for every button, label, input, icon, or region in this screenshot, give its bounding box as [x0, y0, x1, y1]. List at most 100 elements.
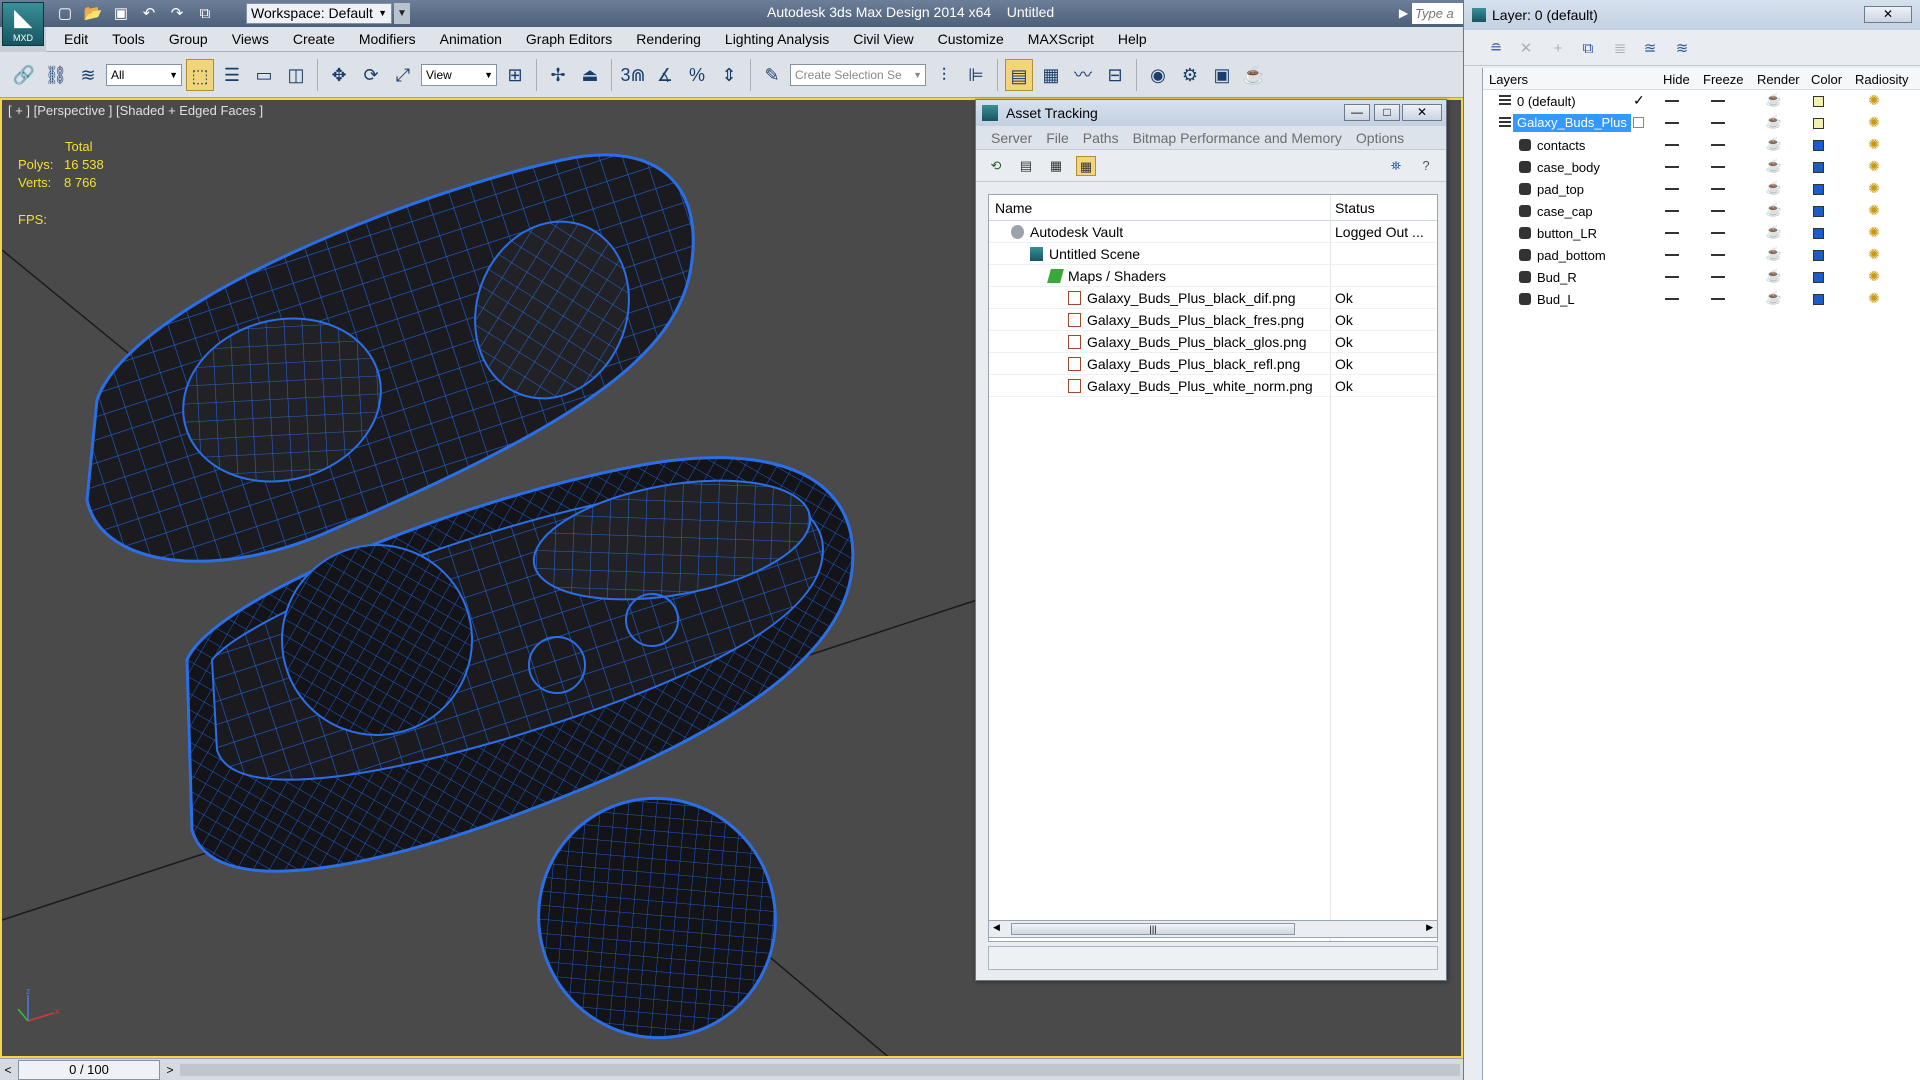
- radiosity-icon[interactable]: ✺: [1865, 91, 1883, 109]
- menu-civil-view[interactable]: Civil View: [841, 27, 925, 52]
- freeze-toggle[interactable]: [1711, 100, 1725, 102]
- layer-color-swatch[interactable]: [1813, 118, 1824, 129]
- layer-color-swatch[interactable]: [1813, 96, 1824, 107]
- column-header-status[interactable]: Status: [1335, 200, 1375, 216]
- select-manipulate-icon[interactable]: ✢: [544, 59, 572, 91]
- freeze-toggle[interactable]: [1711, 166, 1725, 168]
- menu-graph-editors[interactable]: Graph Editors: [514, 27, 624, 52]
- edit-named-selection-icon[interactable]: ✎: [758, 59, 786, 91]
- layer-row[interactable]: pad_bottom ☕ ✺: [1483, 244, 1920, 266]
- layer-color-swatch[interactable]: [1813, 206, 1824, 217]
- graphite-ribbon-icon[interactable]: ▦: [1037, 59, 1065, 91]
- menu-modifiers[interactable]: Modifiers: [347, 27, 428, 52]
- layer-color-swatch[interactable]: [1813, 294, 1824, 305]
- menu-customize[interactable]: Customize: [926, 27, 1016, 52]
- render-teapot-icon[interactable]: ☕: [1765, 137, 1783, 151]
- workspace-dropdown[interactable]: Workspace: Default ▼: [246, 3, 392, 24]
- layer-panel-titlebar[interactable]: Layer: 0 (default) ✕: [1464, 0, 1920, 30]
- column-header-hide[interactable]: Hide: [1663, 72, 1690, 87]
- render-teapot-icon[interactable]: ☕: [1765, 159, 1783, 173]
- freeze-toggle[interactable]: [1711, 144, 1725, 146]
- schematic-view-icon[interactable]: ⊟: [1101, 59, 1129, 91]
- radiosity-icon[interactable]: ✺: [1865, 157, 1883, 175]
- menu-views[interactable]: Views: [220, 27, 281, 52]
- column-header-name[interactable]: Name: [995, 200, 1032, 216]
- column-header-radiosity[interactable]: Radiosity: [1855, 72, 1908, 87]
- render-production-icon[interactable]: ☕: [1240, 59, 1268, 91]
- hide-toggle[interactable]: [1665, 166, 1679, 168]
- undo-icon[interactable]: ↶: [138, 4, 160, 24]
- delete-layer-icon[interactable]: ✕: [1516, 39, 1536, 59]
- current-layer-check-icon[interactable]: ✓: [1633, 92, 1645, 109]
- select-object-icon[interactable]: ⬚: [186, 58, 214, 91]
- vault-status-icon[interactable]: ⛯: [1386, 156, 1406, 176]
- search-expand-icon[interactable]: ▶: [1396, 3, 1411, 24]
- column-header-color[interactable]: Color: [1811, 72, 1842, 87]
- hide-toggle[interactable]: [1665, 276, 1679, 278]
- layer-row[interactable]: contacts ☕ ✺: [1483, 134, 1920, 156]
- time-track[interactable]: [180, 1064, 1460, 1076]
- new-file-icon[interactable]: ▢: [54, 4, 76, 24]
- asset-menu-paths[interactable]: Paths: [1076, 130, 1126, 146]
- hide-toggle[interactable]: [1665, 122, 1679, 124]
- radiosity-icon[interactable]: ✺: [1865, 135, 1883, 153]
- scroll-right-icon[interactable]: ▶: [1426, 922, 1433, 933]
- layer-color-swatch[interactable]: [1813, 228, 1824, 239]
- time-slider-prev-button[interactable]: <: [0, 1060, 16, 1080]
- layer-row[interactable]: pad_top ☕ ✺: [1483, 178, 1920, 200]
- hide-toggle[interactable]: [1665, 254, 1679, 256]
- close-button[interactable]: ✕: [1864, 6, 1912, 23]
- asset-row[interactable]: Galaxy_Buds_Plus_black_fres.png Ok: [989, 309, 1437, 331]
- angle-snap-icon[interactable]: ∡: [651, 59, 679, 91]
- rendered-frame-window-icon[interactable]: ▣: [1208, 59, 1236, 91]
- align-icon[interactable]: ⊫: [962, 59, 990, 91]
- hide-toggle[interactable]: [1665, 298, 1679, 300]
- render-teapot-icon[interactable]: ☕: [1765, 115, 1783, 129]
- layer-row[interactable]: case_cap ☕ ✺: [1483, 200, 1920, 222]
- render-teapot-icon[interactable]: ☕: [1765, 203, 1783, 217]
- hide-toggle[interactable]: [1665, 210, 1679, 212]
- render-teapot-icon[interactable]: ☕: [1765, 93, 1783, 107]
- asset-row[interactable]: Autodesk Vault Logged Out ...: [989, 221, 1437, 243]
- menu-edit[interactable]: Edit: [46, 27, 100, 52]
- render-teapot-icon[interactable]: ☕: [1765, 225, 1783, 239]
- layer-color-swatch[interactable]: [1813, 184, 1824, 195]
- window-crossing-icon[interactable]: ◫: [282, 59, 310, 91]
- hide-toggle[interactable]: [1665, 232, 1679, 234]
- layer-color-swatch[interactable]: [1813, 250, 1824, 261]
- radiosity-icon[interactable]: ✺: [1865, 267, 1883, 285]
- menu-maxscript[interactable]: MAXScript: [1016, 27, 1106, 52]
- hide-toggle[interactable]: [1665, 144, 1679, 146]
- scrollbar-thumb[interactable]: |||: [1011, 923, 1295, 935]
- percent-snap-icon[interactable]: %: [683, 59, 711, 91]
- pivot-center-icon[interactable]: ⊞: [501, 59, 529, 91]
- menu-tools[interactable]: Tools: [100, 27, 157, 52]
- table-view-icon[interactable]: ▦: [1076, 156, 1096, 176]
- asset-row[interactable]: Galaxy_Buds_Plus_white_norm.png Ok: [989, 375, 1437, 397]
- render-teapot-icon[interactable]: ☕: [1765, 291, 1783, 305]
- help-icon[interactable]: ?: [1416, 156, 1436, 176]
- asset-row[interactable]: Galaxy_Buds_Plus_black_refl.png Ok: [989, 353, 1437, 375]
- menu-help[interactable]: Help: [1106, 27, 1159, 52]
- select-and-scale-icon[interactable]: ⤢: [389, 59, 417, 91]
- time-slider[interactable]: 0 / 100: [18, 1060, 160, 1080]
- asset-row[interactable]: Untitled Scene: [989, 243, 1437, 265]
- layer-row[interactable]: Bud_L ☕ ✺: [1483, 288, 1920, 310]
- column-header-render[interactable]: Render: [1757, 72, 1800, 87]
- render-teapot-icon[interactable]: ☕: [1765, 269, 1783, 283]
- curve-editor-icon[interactable]: 〰: [1069, 59, 1097, 91]
- minimize-button[interactable]: —: [1344, 104, 1370, 121]
- asset-menu-options[interactable]: Options: [1349, 130, 1411, 146]
- viewport-label[interactable]: [ + ] [Perspective ] [Shaded + Edged Fac…: [8, 103, 263, 118]
- menu-rendering[interactable]: Rendering: [624, 27, 713, 52]
- radiosity-icon[interactable]: ✺: [1865, 113, 1883, 131]
- freeze-toggle[interactable]: [1711, 188, 1725, 190]
- reference-coordinate-dropdown[interactable]: View ▼: [421, 63, 497, 86]
- render-setup-icon[interactable]: ⚙: [1176, 59, 1204, 91]
- refresh-icon[interactable]: ⟲: [986, 156, 1006, 176]
- project-folder-icon[interactable]: ⧉: [194, 4, 216, 24]
- column-header-layers[interactable]: Layers: [1489, 72, 1528, 87]
- radiosity-icon[interactable]: ✺: [1865, 179, 1883, 197]
- freeze-toggle[interactable]: [1711, 122, 1725, 124]
- radiosity-icon[interactable]: ✺: [1865, 223, 1883, 241]
